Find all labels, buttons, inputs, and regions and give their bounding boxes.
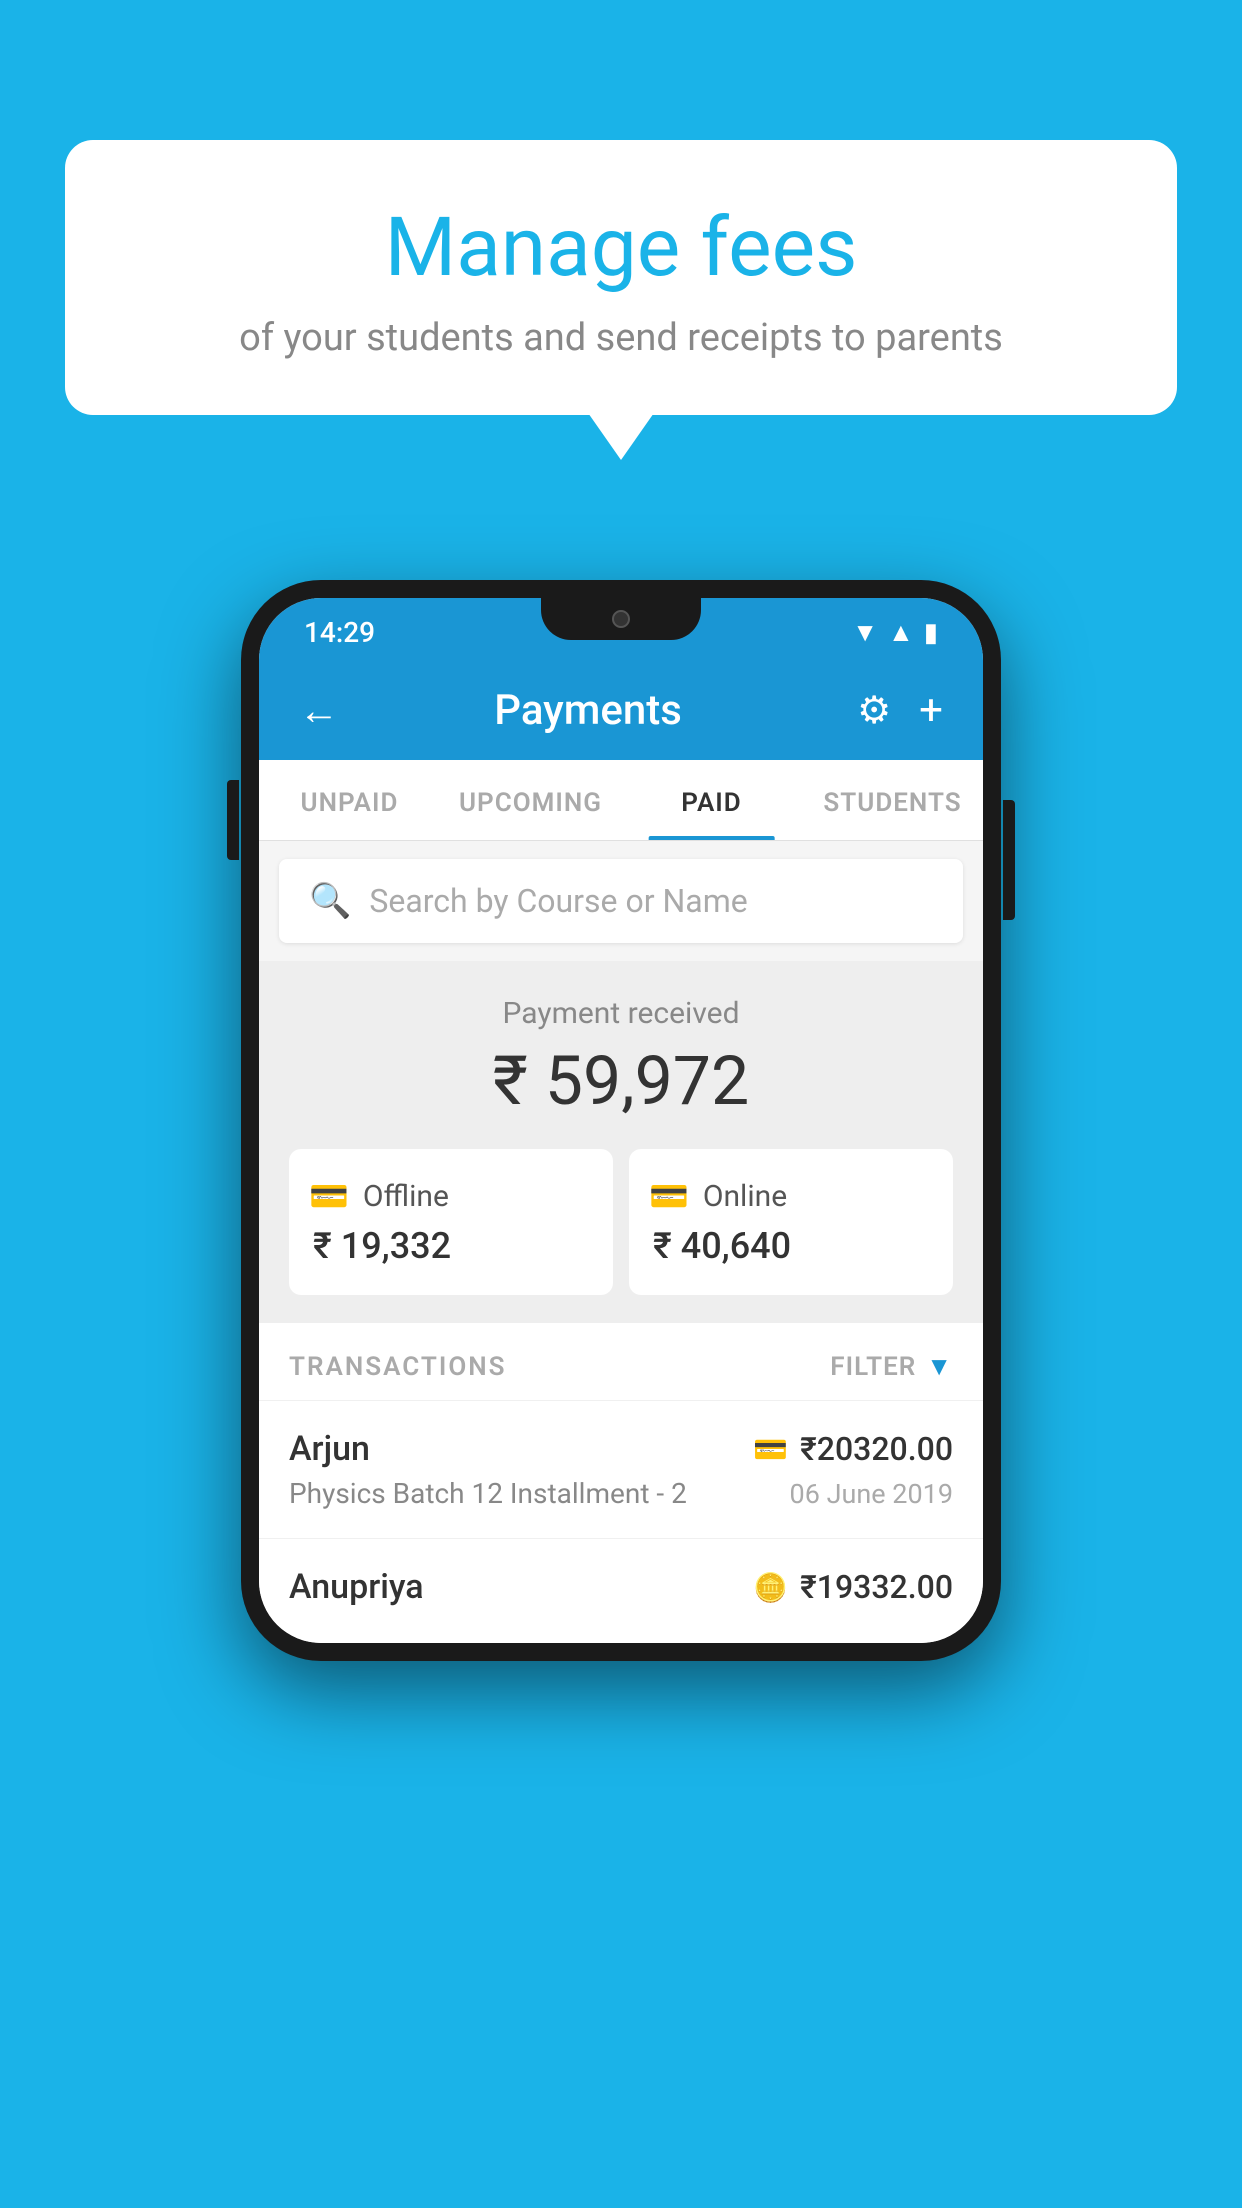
status-time: 14:29 xyxy=(304,616,375,649)
app-header: ← Payments ⚙ + xyxy=(259,661,983,760)
online-icon: 💳 xyxy=(649,1177,689,1215)
header-icons: ⚙ + xyxy=(857,686,943,735)
transaction-bottom-1: Physics Batch 12 Installment - 2 06 June… xyxy=(289,1477,953,1510)
speech-bubble-section: Manage fees of your students and send re… xyxy=(65,140,1177,415)
transaction-name-1: Arjun xyxy=(289,1429,370,1469)
payment-received-label: Payment received xyxy=(279,996,963,1031)
bubble-subtitle: of your students and send receipts to pa… xyxy=(145,316,1097,360)
payment-summary: Payment received ₹ 59,972 💳 Offline ₹ 19… xyxy=(259,961,983,1323)
filter-label: FILTER xyxy=(830,1352,916,1382)
tab-paid[interactable]: PAID xyxy=(621,760,802,840)
phone-mockup: 14:29 ▼ ▲ ▮ ← Payments ⚙ + UNPAID xyxy=(241,580,1001,1661)
online-amount: ₹ 40,640 xyxy=(649,1225,933,1267)
transactions-header: TRANSACTIONS FILTER ▼ xyxy=(259,1323,983,1400)
status-icons: ▼ ▲ ▮ xyxy=(852,617,938,648)
transaction-amount-1: ₹20320.00 xyxy=(800,1430,953,1468)
transaction-amount-wrap-1: 💳 ₹20320.00 xyxy=(753,1430,953,1468)
transaction-top-2: Anupriya 🪙 ₹19332.00 xyxy=(289,1567,953,1607)
wifi-icon: ▼ xyxy=(852,617,878,648)
transaction-cash-icon-2: 🪙 xyxy=(753,1571,788,1604)
tabs-bar: UNPAID UPCOMING PAID STUDENTS xyxy=(259,760,983,841)
offline-icon: 💳 xyxy=(309,1177,349,1215)
phone-notch xyxy=(541,598,701,640)
online-label: Online xyxy=(703,1179,787,1214)
settings-icon[interactable]: ⚙ xyxy=(857,688,891,733)
transactions-label: TRANSACTIONS xyxy=(289,1352,507,1382)
transaction-amount-wrap-2: 🪙 ₹19332.00 xyxy=(753,1568,953,1606)
add-icon[interactable]: + xyxy=(919,686,943,735)
search-icon: 🔍 xyxy=(309,881,351,921)
filter-icon: ▼ xyxy=(926,1351,953,1382)
transaction-name-2: Anupriya xyxy=(289,1567,424,1607)
transaction-date-1: 06 June 2019 xyxy=(790,1478,953,1510)
camera xyxy=(612,610,630,628)
transaction-amount-2: ₹19332.00 xyxy=(800,1568,953,1606)
search-placeholder: Search by Course or Name xyxy=(369,882,747,920)
page-title: Payments xyxy=(319,686,857,735)
offline-payment-card: 💳 Offline ₹ 19,332 xyxy=(289,1149,613,1295)
battery-icon: ▮ xyxy=(924,618,938,648)
offline-amount: ₹ 19,332 xyxy=(309,1225,593,1267)
payment-cards: 💳 Offline ₹ 19,332 💳 Online ₹ 40,640 xyxy=(279,1149,963,1295)
table-row[interactable]: Arjun 💳 ₹20320.00 Physics Batch 12 Insta… xyxy=(259,1400,983,1538)
offline-card-top: 💳 Offline xyxy=(309,1177,593,1215)
online-payment-card: 💳 Online ₹ 40,640 xyxy=(629,1149,953,1295)
tab-unpaid[interactable]: UNPAID xyxy=(259,760,440,840)
transaction-top-1: Arjun 💳 ₹20320.00 xyxy=(289,1429,953,1469)
transaction-card-icon-1: 💳 xyxy=(753,1433,788,1466)
transaction-course-1: Physics Batch 12 Installment - 2 xyxy=(289,1477,687,1510)
payment-total-amount: ₹ 59,972 xyxy=(279,1041,963,1121)
signal-icon: ▲ xyxy=(888,617,914,648)
offline-label: Offline xyxy=(363,1179,449,1214)
bubble-title: Manage fees xyxy=(145,200,1097,296)
tab-upcoming[interactable]: UPCOMING xyxy=(440,760,621,840)
speech-bubble: Manage fees of your students and send re… xyxy=(65,140,1177,415)
table-row[interactable]: Anupriya 🪙 ₹19332.00 xyxy=(259,1538,983,1643)
phone-screen: 14:29 ▼ ▲ ▮ ← Payments ⚙ + UNPAID xyxy=(259,598,983,1643)
online-card-top: 💳 Online xyxy=(649,1177,933,1215)
search-bar[interactable]: 🔍 Search by Course or Name xyxy=(279,859,963,943)
tab-students[interactable]: STUDENTS xyxy=(802,760,983,840)
filter-button[interactable]: FILTER ▼ xyxy=(830,1351,953,1382)
phone-outer: 14:29 ▼ ▲ ▮ ← Payments ⚙ + UNPAID xyxy=(241,580,1001,1661)
